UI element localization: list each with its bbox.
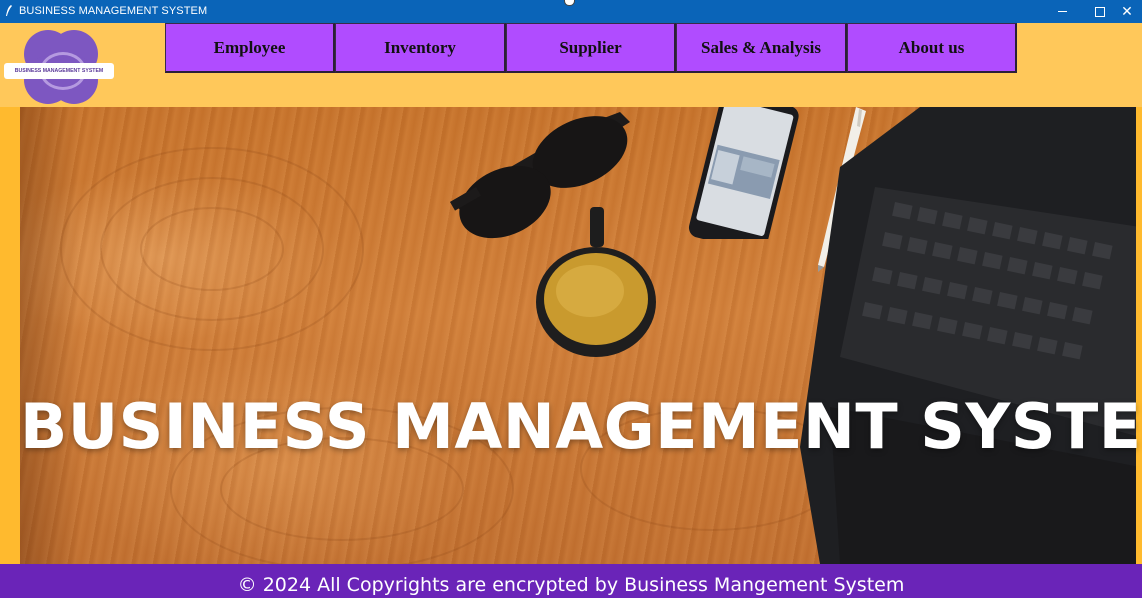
minimize-button[interactable] xyxy=(1042,0,1082,23)
window-title: BUSINESS MANAGEMENT SYSTEM xyxy=(19,5,208,17)
app-feather-icon xyxy=(6,5,12,16)
smartphone-image xyxy=(688,107,799,239)
header-bar: BUSINESS MANAGEMENT SYSTEM Employee Inve… xyxy=(0,23,1142,107)
nav-inventory-button[interactable]: Inventory xyxy=(335,23,506,73)
logo-text: BUSINESS MANAGEMENT SYSTEM xyxy=(14,68,104,74)
mouse-cursor-icon xyxy=(564,0,575,6)
minimize-icon xyxy=(1057,11,1067,12)
close-icon: ✕ xyxy=(1121,3,1133,20)
hero-section: BUSINESS MANAGEMENT SYSTEM xyxy=(0,107,1142,564)
close-button[interactable]: ✕ xyxy=(1112,0,1142,23)
nav-about-us-button[interactable]: About us xyxy=(847,23,1017,73)
coffee-mug-image xyxy=(536,207,656,357)
nav-sales-analysis-button[interactable]: Sales & Analysis xyxy=(676,23,847,73)
hero-title: BUSINESS MANAGEMENT SYSTEM xyxy=(20,390,1142,463)
logo-banner: BUSINESS MANAGEMENT SYSTEM xyxy=(4,63,114,79)
nav-employee-button[interactable]: Employee xyxy=(165,23,335,73)
laptop-image xyxy=(800,107,1136,564)
app-logo: BUSINESS MANAGEMENT SYSTEM xyxy=(4,30,116,106)
window-titlebar: BUSINESS MANAGEMENT SYSTEM ✕ xyxy=(0,0,1142,23)
footer-bar: © 2024 All Copyrights are encrypted by B… xyxy=(0,564,1142,598)
nav-supplier-button[interactable]: Supplier xyxy=(506,23,676,73)
main-nav: Employee Inventory Supplier Sales & Anal… xyxy=(165,23,1017,73)
maximize-icon xyxy=(1095,6,1105,17)
hero-background-image xyxy=(20,107,1136,564)
copyright-text: © 2024 All Copyrights are encrypted by B… xyxy=(237,574,905,596)
